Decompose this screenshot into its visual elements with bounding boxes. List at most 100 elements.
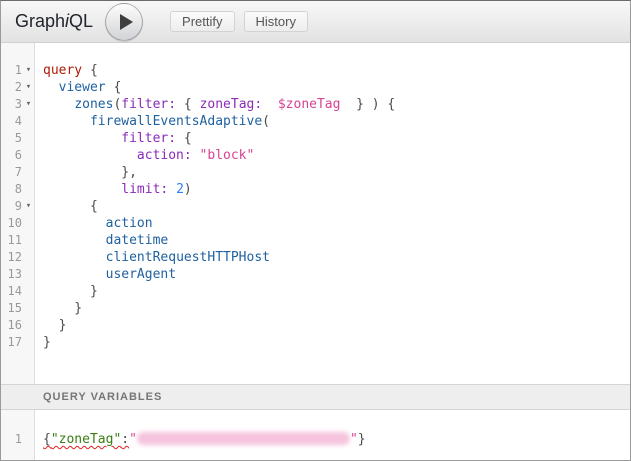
code-token-punctuation: } ) {	[340, 97, 395, 112]
fold-open-icon[interactable]: ▾	[22, 198, 35, 215]
fold-spacer	[22, 283, 35, 300]
code-line-content: action	[35, 215, 153, 232]
line-number: 8	[1, 181, 22, 198]
line-number-cell: 13	[1, 266, 35, 283]
query-variables-title: QUERY VARIABLES	[43, 391, 162, 403]
code-line-content: clientRequestHTTPHost	[35, 249, 270, 266]
code-token-keyword: query	[43, 63, 82, 78]
code-token-punctuation	[262, 97, 278, 112]
code-line-content: }	[35, 334, 51, 351]
code-token-punctuation: },	[43, 165, 137, 180]
code-line: 17}	[1, 334, 630, 351]
code-token-punctuation	[43, 114, 90, 129]
code-token-string: "	[129, 432, 137, 447]
code-token-field: userAgent	[106, 267, 176, 282]
line-number: 1	[1, 62, 22, 79]
code-token-punctuation	[43, 216, 106, 231]
fold-open-icon[interactable]: ▾	[22, 62, 35, 79]
fold-spacer	[22, 215, 35, 232]
query-code-lines: 1▾query {2▾ viewer {3▾ zones(filter: { z…	[1, 43, 630, 351]
line-number: 16	[1, 317, 22, 334]
code-line: 3▾ zones(filter: { zoneTag: $zoneTag } )…	[1, 96, 630, 113]
code-line: 11 datetime	[1, 232, 630, 249]
execute-button[interactable]	[105, 3, 143, 41]
fold-spacer	[22, 113, 35, 130]
code-token-punctuation: {	[176, 97, 199, 112]
code-line-content: userAgent	[35, 266, 176, 283]
code-line: 14 }	[1, 283, 630, 300]
logo-text-ql: QL	[69, 11, 93, 31]
code-token-punctuation: (	[262, 114, 270, 129]
query-editor[interactable]: 1▾query {2▾ viewer {3▾ zones(filter: { z…	[1, 43, 630, 384]
code-token-punctuation: }	[43, 335, 51, 350]
code-token-punctuation: )	[184, 182, 192, 197]
code-token-argument: limit:	[121, 182, 168, 197]
code-token-punctuation: }	[358, 432, 366, 447]
line-number: 7	[1, 164, 22, 181]
code-line-content: {"zoneTag":""}	[35, 431, 366, 448]
line-number: 6	[1, 147, 22, 164]
code-line: 6 action: "block"	[1, 147, 630, 164]
code-token-punctuation	[43, 233, 106, 248]
code-line: 7 },	[1, 164, 630, 181]
code-token-punctuation	[43, 267, 106, 282]
variables-editor[interactable]: 1{"zoneTag":""}	[1, 410, 630, 460]
line-number-cell: 9▾	[1, 198, 35, 215]
code-token-punctuation	[192, 148, 200, 163]
code-token-argument: filter:	[121, 131, 176, 146]
line-number: 17	[1, 334, 22, 351]
line-number: 11	[1, 232, 22, 249]
code-token-punctuation	[43, 131, 121, 146]
fold-open-icon[interactable]: ▾	[22, 96, 35, 113]
code-token-punctuation: {	[43, 199, 98, 214]
line-number-cell: 10	[1, 215, 35, 232]
line-number: 4	[1, 113, 22, 130]
code-line: 2▾ viewer {	[1, 79, 630, 96]
line-number: 5	[1, 130, 22, 147]
code-line: 4 firewallEventsAdaptive(	[1, 113, 630, 130]
code-token-field: zones	[74, 97, 113, 112]
fold-spacer	[22, 232, 35, 249]
code-line: 5 filter: {	[1, 130, 630, 147]
line-number: 15	[1, 300, 22, 317]
code-token-punctuation: }	[43, 284, 98, 299]
code-line: 1▾query {	[1, 62, 630, 79]
fold-open-icon[interactable]: ▾	[22, 79, 35, 96]
code-line-content: query {	[35, 62, 98, 79]
line-number: 2	[1, 79, 22, 96]
code-token-field: firewallEventsAdaptive	[90, 114, 262, 129]
line-number-cell: 1▾	[1, 62, 35, 79]
fold-spacer	[22, 130, 35, 147]
code-token-punctuation	[43, 250, 106, 265]
code-token-punctuation: }	[43, 301, 82, 316]
history-button[interactable]: History	[244, 11, 308, 32]
fold-spacer	[22, 431, 35, 448]
code-token-punctuation	[43, 148, 137, 163]
line-number-cell: 6	[1, 147, 35, 164]
code-line: 12 clientRequestHTTPHost	[1, 249, 630, 266]
code-line-content: }	[35, 300, 82, 317]
code-line: 16 }	[1, 317, 630, 334]
line-number-cell: 17	[1, 334, 35, 351]
line-number: 13	[1, 266, 22, 283]
code-line-content: action: "block"	[35, 147, 254, 164]
line-number: 3	[1, 96, 22, 113]
line-number: 1	[1, 431, 22, 448]
graphiql-logo: GraphiQL	[15, 11, 93, 32]
code-token-punctuation: {	[43, 432, 51, 447]
graphiql-app: GraphiQL Prettify History 1▾query {2▾ vi…	[0, 0, 631, 461]
code-token-field: action	[106, 216, 153, 231]
code-token-punctuation	[168, 182, 176, 197]
code-token-punctuation: }	[43, 318, 66, 333]
toolbar: GraphiQL Prettify History	[1, 1, 630, 43]
line-number-cell: 5	[1, 130, 35, 147]
redacted-value	[137, 432, 350, 445]
line-number-cell: 16	[1, 317, 35, 334]
code-line-content: viewer {	[35, 79, 121, 96]
fold-spacer	[22, 147, 35, 164]
code-line: 10 action	[1, 215, 630, 232]
code-token-punctuation: {	[106, 80, 122, 95]
code-token-argument: zoneTag:	[200, 97, 263, 112]
query-variables-header[interactable]: QUERY VARIABLES	[1, 384, 630, 410]
prettify-button[interactable]: Prettify	[170, 11, 234, 32]
